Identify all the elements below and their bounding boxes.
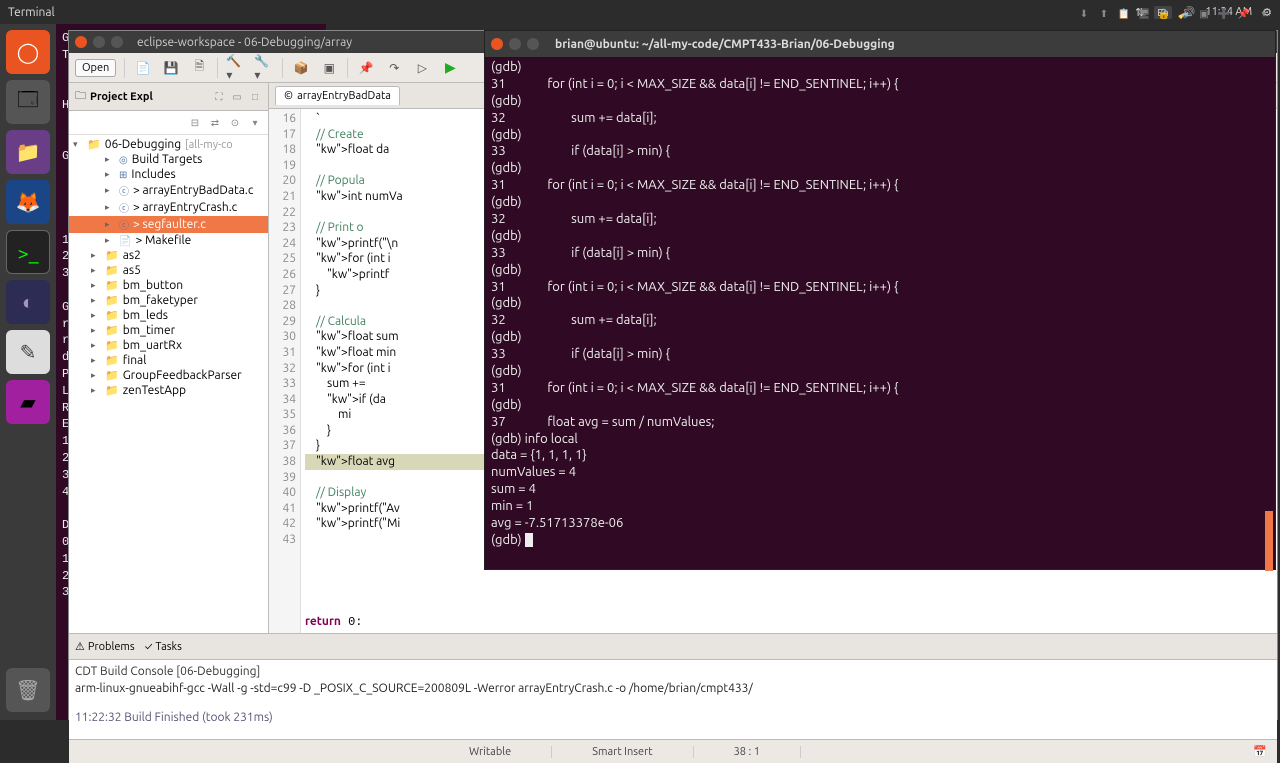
tree-item[interactable]: ▸📁bm_button [69, 278, 268, 293]
tree-item[interactable]: ▸📁GroupFeedbackParser [69, 368, 268, 383]
tree-item[interactable]: ▸⊞Includes [69, 167, 268, 182]
bottom-tabs: ⚠Problems ✓Tasks ⬇ ⬆ 📋 🖥 🔒 🧹 ▣ ➕ 📌 ▾ [69, 633, 1277, 659]
pin-icon[interactable]: 📌 [356, 58, 376, 78]
problems-tab[interactable]: ⚠Problems [75, 640, 135, 653]
menu-icon[interactable]: ▾ [248, 116, 262, 130]
tree-item[interactable]: ▸📁as2 [69, 248, 268, 263]
pin-console-icon[interactable]: 📌 [1237, 7, 1251, 21]
folder-icon: 🗀 [75, 87, 86, 106]
scrollbar[interactable] [1265, 511, 1273, 571]
console-line: arm-linux-gnueabihf-gcc -Wall -g -std=c9… [75, 681, 1271, 698]
tasks-icon: ✓ [145, 641, 153, 653]
unity-launcher: ◯ 🗔 📁 🦊 >_ ◐ ✎ ▰ 🗑 [0, 24, 56, 720]
dd-icon[interactable]: ▾ [1257, 7, 1271, 21]
lock-icon[interactable]: 🔒 [1157, 7, 1171, 21]
status-pos: 38 : 1 [694, 746, 801, 758]
project-explorer: 🗀 Project Expl ⛶ ▭ □ ⊟ ⇄ ⊙ ▾ ▾📁 06-Debug… [69, 83, 269, 633]
tree-item[interactable]: ▸ⓒ> arrayEntryCrash.c [69, 199, 268, 216]
tree-item[interactable]: ▸📁zenTestApp [69, 383, 268, 398]
terminal-btn-icon[interactable]: ▣ [1197, 7, 1211, 21]
down-icon[interactable]: ⬇ [1077, 7, 1091, 21]
gdb-title: brian@ubuntu: ~/all-my-code/CMPT433-Bria… [555, 38, 895, 51]
c-file-icon: © [284, 90, 293, 102]
run-icon[interactable]: ▶ [440, 58, 460, 78]
eclipse-title: eclipse-workspace - 06-Debugging/array [137, 36, 352, 49]
maximize-icon[interactable] [111, 36, 123, 48]
tree-item[interactable]: ▸📁bm_uartRx [69, 338, 268, 353]
terminal-icon[interactable]: >_ [6, 230, 50, 274]
minimize-icon[interactable] [93, 36, 105, 48]
tree-item[interactable]: ▸ⓒ> arrayEntryBadData.c [69, 182, 268, 199]
up-icon[interactable]: ⬆ [1097, 7, 1111, 21]
console-header: CDT Build Console [06-Debugging] [75, 664, 1271, 681]
copy-icon[interactable]: 📋 [1117, 7, 1131, 21]
build-console[interactable]: CDT Build Console [06-Debugging] arm-lin… [69, 659, 1277, 739]
editor-tab[interactable]: © arrayEntryBadData [275, 86, 400, 105]
status-icon[interactable]: 📅 [1253, 745, 1267, 758]
tree-item[interactable]: ▸ⓒ> segfaulter.c [69, 216, 268, 233]
link-icon[interactable]: ⛶ [212, 90, 226, 104]
nautilus-icon[interactable]: ▰ [6, 380, 50, 424]
close-icon[interactable] [491, 38, 503, 50]
open-button[interactable]: Open [75, 59, 116, 77]
firefox-icon[interactable]: 🦊 [6, 180, 50, 224]
maximize-icon[interactable] [527, 38, 539, 50]
gdb-terminal[interactable]: brian@ubuntu: ~/all-my-code/CMPT433-Bria… [484, 30, 1276, 570]
save-icon[interactable]: 💾 [161, 58, 181, 78]
tasks-tab[interactable]: ✓Tasks [145, 641, 182, 653]
project-explorer-title: Project Expl [90, 91, 153, 103]
clear-icon[interactable]: 🧹 [1177, 7, 1191, 21]
trash-icon[interactable]: 🗑 [6, 668, 50, 712]
tree-root[interactable]: ▾📁 06-Debugging [all-my-co [69, 137, 268, 152]
tree-item[interactable]: ▸📄> Makefile [69, 233, 268, 248]
warning-icon: ⚠ [75, 640, 85, 653]
new-icon[interactable]: 📄 [133, 58, 153, 78]
folder-icon[interactable]: 📁 [6, 130, 50, 174]
tree-item[interactable]: ▸◎Build Targets [69, 152, 268, 167]
text-editor-icon[interactable]: ✎ [6, 330, 50, 374]
focus-icon[interactable]: ⊙ [228, 116, 242, 130]
package-icon[interactable]: 📦 [291, 58, 311, 78]
status-writable: Writable [429, 746, 552, 758]
link-editor-icon[interactable]: ⇄ [208, 116, 222, 130]
line-gutter: 1617181920212223242526272829303132333435… [269, 109, 301, 633]
dash-icon[interactable]: ◯ [6, 30, 50, 74]
hammer-icon[interactable]: 🔧▾ [254, 58, 274, 78]
files-icon[interactable]: 🗔 [6, 80, 50, 124]
console-finished: 11:22:32 Build Finished (took 231ms) [75, 710, 1271, 727]
gdb-output[interactable]: (gdb)31 for (int i = 0; i < MAX_SIZE && … [485, 57, 1275, 551]
min-icon[interactable]: ▭ [230, 90, 244, 104]
window-icon[interactable]: ▣ [319, 58, 339, 78]
eclipse-icon[interactable]: ◐ [6, 280, 50, 324]
collapse-icon[interactable]: ⊟ [188, 116, 202, 130]
tree-item[interactable]: ▸📁bm_timer [69, 323, 268, 338]
status-insert: Smart Insert [552, 746, 693, 758]
resume-icon[interactable]: ▷ [412, 58, 432, 78]
panel-title: Terminal [8, 6, 1135, 19]
gdb-titlebar[interactable]: brian@ubuntu: ~/all-my-code/CMPT433-Bria… [485, 31, 1275, 57]
tree-item[interactable]: ▸📁bm_leds [69, 308, 268, 323]
new-console-icon[interactable]: ➕ [1217, 7, 1231, 21]
max-icon[interactable]: □ [248, 90, 262, 104]
tree-item[interactable]: ▸📁final [69, 353, 268, 368]
step-icon[interactable]: ↷ [384, 58, 404, 78]
project-tree[interactable]: ▾📁 06-Debugging [all-my-co ▸◎Build Targe… [69, 135, 268, 633]
close-icon[interactable] [75, 36, 87, 48]
tree-item[interactable]: ▸📁bm_faketyper [69, 293, 268, 308]
minimize-icon[interactable] [509, 38, 521, 50]
save-all-icon[interactable]: 🗎 [189, 58, 209, 78]
build-icon[interactable]: 🔨▾ [226, 58, 246, 78]
display-icon[interactable]: 🖥 [1137, 7, 1151, 21]
status-bar: Writable Smart Insert 38 : 1 📅 [69, 739, 1277, 763]
tree-item[interactable]: ▸📁as5 [69, 263, 268, 278]
